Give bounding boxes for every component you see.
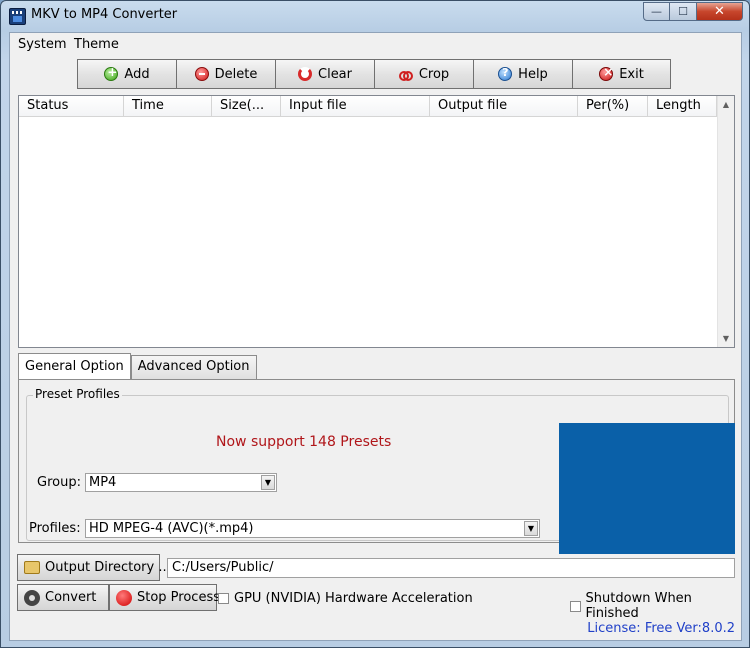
column-percent[interactable]: Per(%) bbox=[578, 96, 648, 117]
clear-label: Clear bbox=[318, 66, 352, 82]
delete-label: Delete bbox=[214, 66, 258, 82]
list-scrollbar[interactable]: ▲ ▼ bbox=[717, 96, 734, 347]
app-window: MKV to MP4 Converter — ☐ ✕ System Theme … bbox=[0, 0, 750, 648]
preset-profiles-legend: Preset Profiles bbox=[33, 387, 122, 401]
folder-icon bbox=[24, 561, 40, 574]
group-select[interactable]: MP4 ▼ bbox=[85, 473, 277, 492]
scroll-up-icon[interactable]: ▲ bbox=[718, 96, 734, 113]
list-header: Status Time Size(... Input file Output f… bbox=[19, 96, 717, 117]
tab-advanced-option[interactable]: Advanced Option bbox=[130, 355, 257, 379]
shutdown-checkbox-label: Shutdown When Finished bbox=[585, 591, 692, 621]
profiles-select[interactable]: HD MPEG-4 (AVC)(*.mp4) ▼ bbox=[85, 519, 540, 538]
crop-button[interactable]: Crop bbox=[374, 59, 473, 89]
delete-icon bbox=[194, 67, 209, 81]
menu-system[interactable]: System bbox=[18, 37, 66, 52]
scroll-down-icon[interactable]: ▼ bbox=[718, 330, 734, 347]
convert-button[interactable]: Convert bbox=[17, 584, 109, 611]
delete-button[interactable]: Delete bbox=[176, 59, 275, 89]
close-button[interactable]: ✕ bbox=[697, 2, 743, 21]
menu-bar: System Theme bbox=[10, 33, 741, 55]
stop-process-label: Stop Process bbox=[137, 590, 221, 605]
film-clapper-icon bbox=[9, 8, 26, 25]
crop-label: Crop bbox=[418, 66, 450, 82]
crop-icon bbox=[398, 67, 413, 81]
window-controls: — ☐ ✕ bbox=[643, 2, 743, 21]
toolbar: Add Delete Clear Crop Help Exit bbox=[77, 59, 671, 89]
column-status[interactable]: Status bbox=[19, 96, 124, 117]
output-directory-button[interactable]: Output Directory ... bbox=[17, 554, 171, 581]
column-output-file[interactable]: Output file bbox=[430, 96, 578, 117]
client-area: System Theme Add Delete Clear Crop bbox=[9, 32, 742, 641]
exit-label: Exit bbox=[619, 66, 644, 82]
file-list[interactable]: Status Time Size(... Input file Output f… bbox=[18, 95, 735, 348]
add-label: Add bbox=[124, 66, 150, 82]
output-directory-label: Output Directory ... bbox=[45, 560, 171, 575]
option-tabs: General Option Advanced Option bbox=[18, 353, 257, 379]
gpu-checkbox-label: GPU (NVIDIA) Hardware Acceleration bbox=[234, 591, 473, 606]
tab-general-option[interactable]: General Option bbox=[18, 353, 131, 379]
gpu-acceleration-checkbox[interactable]: GPU (NVIDIA) Hardware Acceleration bbox=[218, 591, 473, 606]
preset-profiles-group: Preset Profiles Now support 148 Presets … bbox=[26, 387, 735, 554]
column-size[interactable]: Size(... bbox=[212, 96, 281, 117]
chevron-down-icon[interactable]: ▼ bbox=[261, 475, 275, 490]
stop-icon bbox=[116, 589, 132, 606]
column-time[interactable]: Time bbox=[124, 96, 212, 117]
license-text: License: Free Ver:8.0.2 bbox=[587, 621, 735, 636]
profiles-label: Profiles: bbox=[29, 521, 81, 536]
menu-theme[interactable]: Theme bbox=[74, 37, 119, 52]
title-bar[interactable]: MKV to MP4 Converter — ☐ ✕ bbox=[1, 1, 749, 31]
help-icon bbox=[498, 66, 513, 81]
help-button[interactable]: Help bbox=[473, 59, 572, 89]
add-button[interactable]: Add bbox=[77, 59, 176, 89]
minimize-button[interactable]: — bbox=[643, 2, 670, 21]
output-directory-field[interactable]: C:/Users/Public/ bbox=[167, 558, 735, 578]
general-option-panel: Preset Profiles Now support 148 Presets … bbox=[18, 379, 735, 554]
film-reel-icon bbox=[24, 589, 40, 606]
stop-process-button[interactable]: Stop Process bbox=[109, 584, 221, 611]
maximize-button[interactable]: ☐ bbox=[670, 2, 697, 21]
clear-button[interactable]: Clear bbox=[275, 59, 374, 89]
help-label: Help bbox=[518, 66, 548, 82]
preset-support-text: Now support 148 Presets bbox=[216, 434, 392, 450]
window-title: MKV to MP4 Converter bbox=[31, 7, 178, 22]
exit-icon bbox=[599, 65, 613, 81]
group-value: MP4 bbox=[89, 475, 117, 490]
clear-icon bbox=[298, 67, 312, 81]
exit-button[interactable]: Exit bbox=[572, 59, 671, 89]
column-length[interactable]: Length bbox=[648, 96, 717, 117]
video-preview bbox=[559, 423, 735, 554]
profiles-value: HD MPEG-4 (AVC)(*.mp4) bbox=[89, 521, 254, 536]
column-input-file[interactable]: Input file bbox=[281, 96, 430, 117]
group-label: Group: bbox=[37, 475, 81, 490]
gpu-checkbox-box[interactable] bbox=[218, 593, 229, 604]
shutdown-checkbox-box[interactable] bbox=[570, 600, 581, 612]
chevron-down-icon[interactable]: ▼ bbox=[524, 521, 538, 536]
convert-label: Convert bbox=[45, 590, 97, 605]
shutdown-checkbox[interactable]: Shutdown When Finished bbox=[570, 591, 741, 621]
add-icon bbox=[104, 65, 119, 81]
